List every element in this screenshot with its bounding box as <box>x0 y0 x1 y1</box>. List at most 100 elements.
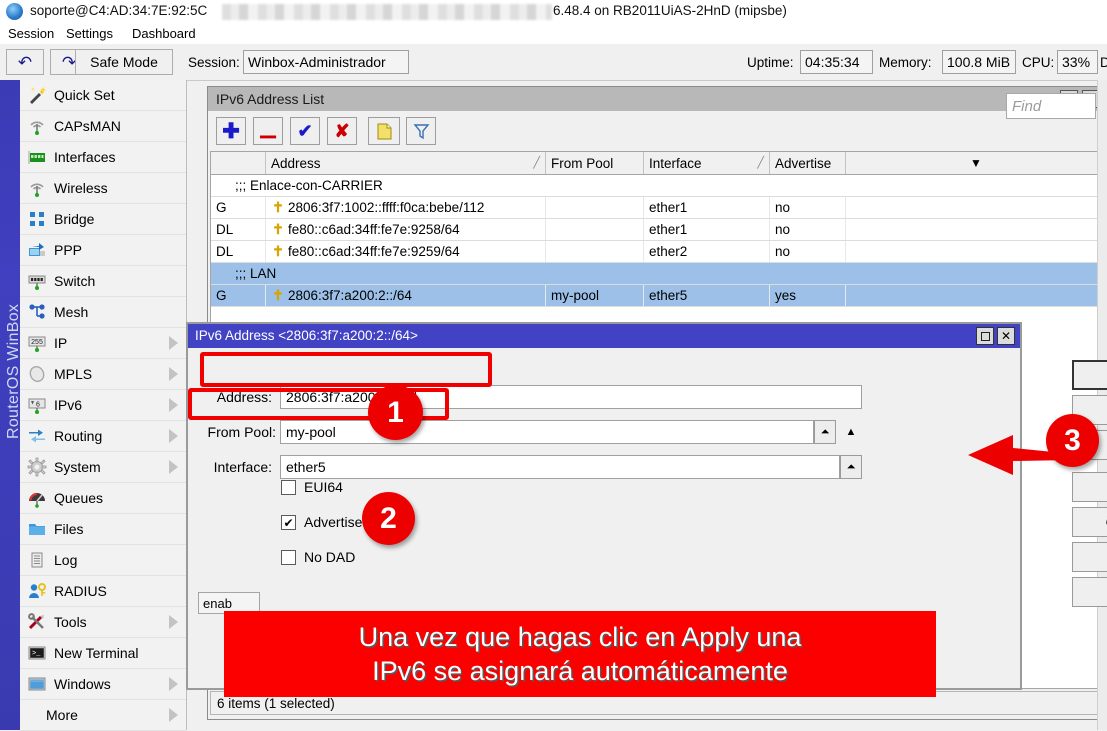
checkbox-eui64[interactable] <box>281 480 296 495</box>
annotation-step-1: 1 <box>368 385 423 440</box>
sidebar-item-label: MPLS <box>54 366 92 382</box>
cell-from-pool: my-pool <box>546 285 644 306</box>
column-header-from-pool[interactable]: From Pool <box>546 152 644 174</box>
sidebar-item-label: New Terminal <box>54 645 139 661</box>
table-row[interactable]: DL✝fe80::c6ad:34ff:fe7e:9259/64ether2no <box>211 241 1101 263</box>
sidebar-item-bridge[interactable]: Bridge <box>20 204 186 235</box>
checkbox-no-dad[interactable] <box>281 550 296 565</box>
interface-dropdown-icon[interactable]: ⏶ <box>840 455 862 479</box>
sidebar-item-quick-set[interactable]: Quick Set <box>20 80 186 111</box>
date-label: Da <box>1100 55 1107 70</box>
table-row[interactable]: DL✝fe80::c6ad:34ff:fe7e:9258/64ether1no <box>211 219 1101 241</box>
disable-button[interactable]: Disable <box>1072 472 1107 502</box>
cell-from-pool <box>546 219 644 240</box>
remove-button[interactable]: Remove <box>1072 577 1107 607</box>
interface-label: Interface: <box>206 459 272 475</box>
menu-settings[interactable]: Settings <box>62 25 117 42</box>
cell-address: ✝fe80::c6ad:34ff:fe7e:9258/64 <box>266 219 546 240</box>
sidebar-item-routing[interactable]: Routing <box>20 421 186 452</box>
menu-session[interactable]: Session <box>4 25 58 42</box>
remove-button[interactable]: ⚊ <box>253 117 283 145</box>
ipv6-list-title-bar: IPv6 Address List ✕ <box>208 87 1104 111</box>
bridge-arrows-icon <box>20 204 54 234</box>
sidebar-item-more[interactable]: More <box>20 700 186 731</box>
arrow-to-apply-icon <box>965 432 1073 478</box>
checkbox-advertise-label: Advertise <box>304 514 362 530</box>
chevron-right-icon <box>169 336 178 350</box>
sidebar-item-ipv6[interactable]: 6IPv6 <box>20 390 186 421</box>
cell-value: ether2 <box>649 244 687 259</box>
sidebar-item-label: Routing <box>54 428 102 444</box>
column-options-dropdown[interactable]: ▼ <box>846 152 1101 174</box>
table-comment-row[interactable]: ;;; LAN <box>211 263 1101 285</box>
chevron-right-icon <box>169 398 178 412</box>
sidebar-item-windows[interactable]: Windows <box>20 669 186 700</box>
sidebar-item-new-terminal[interactable]: >_New Terminal <box>20 638 186 669</box>
sidebar-item-system[interactable]: System <box>20 452 186 483</box>
sidebar-item-label: CAPsMAN <box>54 118 121 134</box>
sidebar-item-wireless[interactable]: Wireless <box>20 173 186 204</box>
routing-arrows-icon <box>20 421 54 451</box>
from-pool-input[interactable]: my-pool <box>280 420 814 444</box>
from-pool-up-icon[interactable]: ▲ <box>840 420 862 444</box>
enable-button[interactable]: ✔ <box>290 117 320 145</box>
sidebar-item-files[interactable]: Files <box>20 514 186 545</box>
svg-text:255: 255 <box>31 339 43 346</box>
column-header-advertise[interactable]: Advertise <box>770 152 846 174</box>
cell-value: 2806:3f7:1002::ffff:f0ca:bebe/112 <box>288 200 484 215</box>
comment-button[interactable]: Comment <box>1072 507 1107 537</box>
disable-button[interactable]: ✘ <box>327 117 357 145</box>
menu-dashboard[interactable]: Dashboard <box>128 25 200 42</box>
window-icon <box>20 669 54 699</box>
sidebar-item-mpls[interactable]: MPLS <box>20 359 186 390</box>
add-button[interactable]: ✚ <box>216 117 246 145</box>
undo-arrow-icon[interactable]: ↶ <box>6 49 44 75</box>
sidebar-item-label: Bridge <box>54 211 94 227</box>
cell-advertise: no <box>770 197 846 218</box>
comment-button[interactable] <box>368 117 400 145</box>
table-comment-text: ;;; Enlace-con-CARRIER <box>235 178 383 193</box>
title-user-text: soporte@C4:AD:34:7E:92:5C <box>30 3 207 18</box>
table-row[interactable]: G✝2806:3f7:1002::ffff:f0ca:bebe/112ether… <box>211 197 1101 219</box>
sidebar-item-ppp[interactable]: PPP <box>20 235 186 266</box>
session-value-field[interactable]: Winbox-Administrador <box>243 50 409 74</box>
sidebar-item-tools[interactable]: Tools <box>20 607 186 638</box>
dialog-title-text: IPv6 Address <2806:3f7:a200:2::/64> <box>195 328 418 343</box>
column-header-label: Address <box>271 156 321 171</box>
interface-input[interactable]: ether5 <box>280 455 840 479</box>
main-toolbar: ↶ ↷ Safe Mode Session: Winbox-Administra… <box>0 44 1107 81</box>
copy-button[interactable]: Copy <box>1072 542 1107 572</box>
column-header-interface[interactable]: Interface╱ <box>644 152 770 174</box>
sidebar-item-queues[interactable]: Queues <box>20 483 186 514</box>
chevron-right-icon <box>169 460 178 474</box>
from-pool-dropdown-icon[interactable]: ⏶ <box>814 420 836 444</box>
checkbox-no-dad-label: No DAD <box>304 549 355 565</box>
cell-advertise: yes <box>770 285 846 306</box>
dialog-close-icon[interactable]: ✕ <box>997 327 1015 345</box>
column-header-flags[interactable] <box>211 152 266 174</box>
chevron-right-icon <box>169 429 178 443</box>
tools-icon <box>20 607 54 637</box>
dialog-maximize-icon[interactable] <box>976 327 994 345</box>
cell-flags: DL <box>211 241 266 262</box>
chevron-down-icon: ▼ <box>970 156 982 170</box>
table-row[interactable]: G✝2806:3f7:a200:2::/64my-poolether5yes <box>211 285 1101 307</box>
sidebar-item-log[interactable]: Log <box>20 545 186 576</box>
find-input[interactable]: Find <box>1006 93 1096 119</box>
table-comment-row[interactable]: ;;; Enlace-con-CARRIER <box>211 175 1101 197</box>
mpls-tag-icon <box>20 359 54 389</box>
address-type-icon: ✝ <box>271 287 285 304</box>
column-header-address[interactable]: Address╱ <box>266 152 546 174</box>
sidebar-item-ip[interactable]: 255 IP <box>20 328 186 359</box>
filter-button[interactable] <box>406 117 436 145</box>
sidebar-item-mesh[interactable]: Mesh <box>20 297 186 328</box>
sidebar-item-capsman[interactable]: CAPsMAN <box>20 111 186 142</box>
ok-button[interactable]: OK <box>1072 360 1107 390</box>
sidebar-item-radius[interactable]: RADIUS <box>20 576 186 607</box>
checkbox-advertise[interactable]: ✔ <box>281 515 296 530</box>
sidebar-item-interfaces[interactable]: Interfaces <box>20 142 186 173</box>
cell-address: ✝fe80::c6ad:34ff:fe7e:9259/64 <box>266 241 546 262</box>
safe-mode-button[interactable]: Safe Mode <box>75 49 173 75</box>
sidebar-item-switch[interactable]: Switch <box>20 266 186 297</box>
sidebar-item-label: IP <box>54 335 67 351</box>
